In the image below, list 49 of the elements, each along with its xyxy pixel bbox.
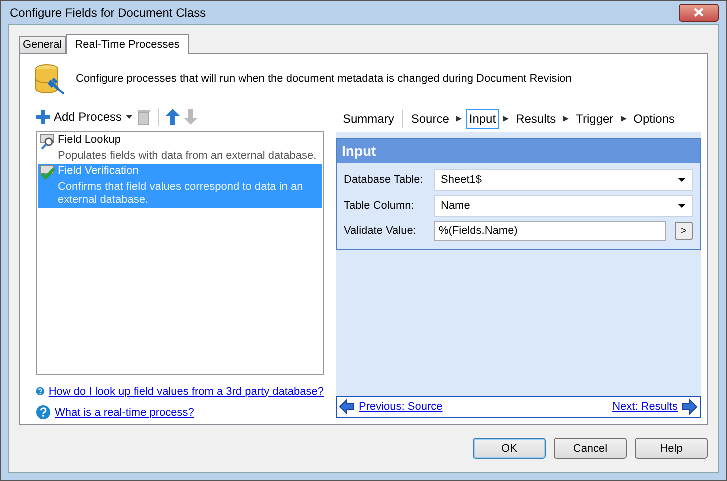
add-process-button[interactable]: Add Process	[36, 110, 134, 124]
right-arrow-icon	[682, 399, 698, 415]
step-arrow-icon	[503, 116, 510, 122]
tab[interactable]: Real-Time Processes	[66, 34, 189, 54]
up-arrow-icon[interactable]	[166, 109, 180, 125]
step-tab[interactable]: Input	[466, 109, 500, 129]
dropdown-field[interactable]: Name	[434, 195, 693, 217]
next-link[interactable]: Next: Results	[612, 401, 678, 413]
step-arrow-icon	[563, 116, 570, 122]
checkmark-icon	[40, 165, 56, 181]
trash-icon[interactable]	[137, 108, 152, 126]
caret-icon	[678, 178, 686, 182]
section-title: Input	[337, 139, 700, 163]
field-label: Validate Value:	[344, 225, 418, 237]
caret-icon	[126, 115, 134, 119]
header-text: Configure processes that will run when the document metadata is changed during Document Revision	[76, 73, 572, 85]
step-tab[interactable]: Source	[408, 109, 452, 129]
left-arrow-icon	[339, 399, 355, 415]
process-item[interactable]: Field Lookup Populates fields with data from an external database.	[38, 133, 322, 164]
help-icon	[36, 405, 51, 420]
step-tab[interactable]: Summary	[340, 109, 398, 129]
tab[interactable]: General	[19, 36, 66, 53]
insert-button[interactable]: >	[675, 222, 693, 240]
process-name: Field Verification	[58, 165, 140, 179]
database-plug-icon	[34, 63, 66, 95]
dialog-button[interactable]: Cancel	[554, 438, 627, 459]
input-field[interactable]: %(Fields.Name)	[434, 221, 666, 241]
field-label: Database Table:	[344, 174, 424, 186]
caret-icon	[678, 204, 686, 208]
step-arrow-icon	[456, 116, 462, 122]
process-description: Confirms that field values correspond to data in an external database.	[58, 181, 304, 207]
field-label: Table Column:	[344, 200, 416, 212]
close-button[interactable]	[679, 4, 719, 22]
process-name: Field Lookup	[58, 134, 122, 148]
help-link[interactable]: What is a real-time process?	[55, 406, 194, 418]
close-icon	[694, 8, 704, 17]
previous-link[interactable]: Previous: Source	[359, 401, 443, 413]
step-tab[interactable]: Options	[630, 109, 678, 129]
process-description: Populates fields with data from an external database.	[58, 150, 318, 163]
step-arrow-icon	[620, 116, 627, 122]
step-tab[interactable]: Trigger	[573, 109, 617, 129]
dialog-button[interactable]: OK	[473, 438, 546, 459]
magnifier-icon	[40, 134, 56, 150]
dialog-button[interactable]: Help	[635, 438, 708, 459]
help-link[interactable]: How do I look up field values from a 3rd party database?	[48, 386, 324, 398]
dropdown-field[interactable]: Sheet1$	[434, 169, 693, 191]
window-title: Configure Fields for Document Class	[9, 6, 206, 20]
step-tab[interactable]: Results	[513, 109, 560, 129]
plus-icon	[36, 110, 50, 124]
